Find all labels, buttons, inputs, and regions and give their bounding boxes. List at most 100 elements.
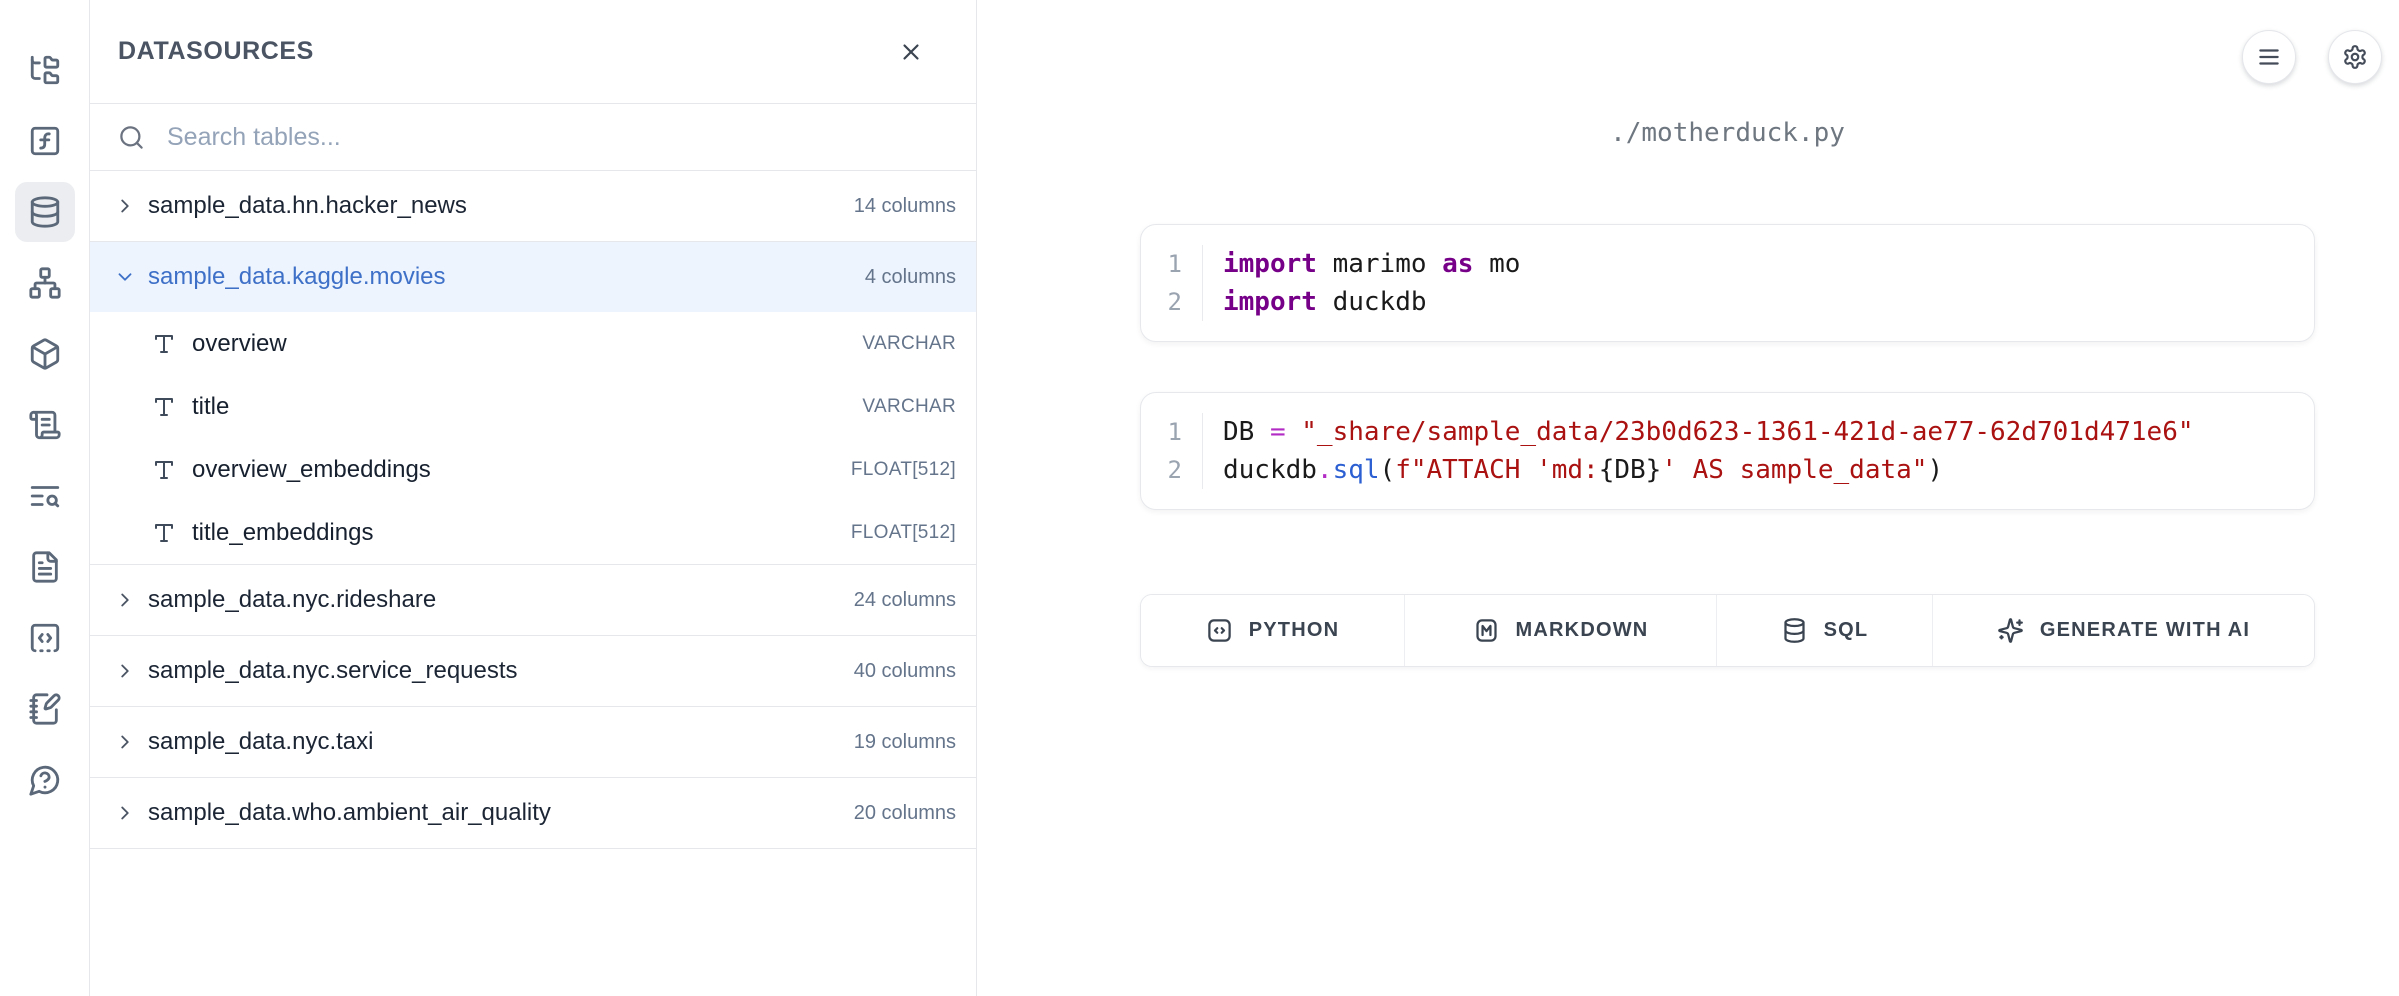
code-cell[interactable]: 1 DB = "_share/sample_data/23b0d623-1361-… (1140, 392, 2315, 510)
table-row[interactable]: sample_data.who.ambient_air_quality 20 co… (90, 778, 976, 848)
code-editor: 1import marimo as mo2import duckdb (1141, 245, 2314, 321)
square-m-icon (1473, 617, 1500, 644)
sidebar-item-snippets[interactable] (15, 608, 75, 668)
datasources-panel-header: DATASOURCES (90, 0, 976, 104)
table-row[interactable]: sample_data.nyc.taxi 19 columns (90, 707, 976, 777)
add-cell-bar: PYTHON MARKDOWN SQL GENERATE WITH AI (1140, 594, 2315, 667)
sidebar-item-scratchpad[interactable] (15, 679, 75, 739)
table-name: sample_data.nyc.taxi (148, 728, 373, 756)
code-line: DB = "_share/sample_data/23b0d623-1361-4… (1223, 413, 2194, 451)
table-row[interactable]: sample_data.kaggle.movies 4 columns (90, 242, 976, 312)
folder-tree-icon (28, 53, 62, 87)
column-name: overview_embeddings (192, 456, 431, 484)
sidebar-item-variables[interactable] (15, 111, 75, 171)
scroll-text-icon (28, 408, 62, 442)
code-line: duckdb.sql(f"ATTACH 'md:{DB}' AS sample_… (1223, 451, 1943, 489)
file-text-icon (28, 550, 62, 584)
message-circle-question-icon (28, 763, 62, 797)
code-cell[interactable]: 1import marimo as mo2import duckdb (1140, 224, 2315, 342)
marimo-app: DATASOURCES sample_data.hn.hacker_news14… (0, 0, 2399, 996)
sparkles-icon (1997, 617, 2024, 644)
notebook-pen-icon (28, 692, 62, 726)
column-type-icon (152, 521, 176, 545)
table-search-row (90, 104, 976, 171)
column-name: overview (192, 330, 287, 358)
table-name: sample_data.who.ambient_air_quality (148, 799, 551, 827)
sidebar-item-datasources[interactable] (15, 182, 75, 242)
function-square-icon (28, 124, 62, 158)
sidebar-item-file-explorer[interactable] (15, 40, 75, 100)
table-column-count: 24 columns (854, 589, 956, 612)
search-icon (118, 124, 145, 151)
sidebar-item-documentation[interactable] (15, 537, 75, 597)
chevron-right-icon (114, 195, 136, 217)
add-cell-label: PYTHON (1249, 619, 1340, 642)
datasources-panel: DATASOURCES sample_data.hn.hacker_news14… (90, 0, 977, 996)
table-row[interactable]: sample_data.nyc.rideshare 24 columns (90, 565, 976, 635)
tables-list: sample_data.hn.hacker_news14 columnssamp… (90, 171, 976, 996)
table-group: sample_data.nyc.taxi 19 columns (90, 707, 976, 778)
column-row[interactable]: overview_embeddings FLOAT[512] (90, 438, 976, 501)
line-number: 2 (1141, 451, 1203, 489)
table-group: sample_data.nyc.rideshare 24 columns (90, 565, 976, 636)
column-type: VARCHAR (862, 396, 956, 418)
table-column-count: 19 columns (854, 731, 956, 754)
column-type: FLOAT[512] (851, 459, 956, 481)
generate-with-ai-button[interactable]: GENERATE WITH AI (1933, 595, 2314, 666)
table-name: sample_data.kaggle.movies (148, 263, 446, 291)
table-column-count: 4 columns (865, 266, 956, 289)
line-number: 1 (1141, 413, 1203, 451)
table-name: sample_data.nyc.service_requests (148, 657, 518, 685)
chevron-right-icon (114, 660, 136, 682)
code-line: import duckdb (1223, 283, 1427, 321)
chevron-right-icon (114, 802, 136, 824)
code-editor: 1 DB = "_share/sample_data/23b0d623-1361-… (1141, 413, 2314, 489)
panel-title: DATASOURCES (118, 37, 314, 66)
notebook-filename[interactable]: ./motherduck.py (1140, 118, 2315, 148)
table-column-count: 20 columns (854, 802, 956, 825)
database-icon (28, 195, 62, 229)
table-group: sample_data.nyc.service_requests 40 colum… (90, 636, 976, 707)
settings-button[interactable] (2328, 30, 2382, 84)
sidebar-item-packages[interactable] (15, 324, 75, 384)
add-sql-cell-button[interactable]: SQL (1717, 595, 1933, 666)
box-icon (28, 337, 62, 371)
code-line: import marimo as mo (1223, 245, 1520, 283)
close-panel-button[interactable] (894, 35, 928, 69)
sidebar-item-help[interactable] (15, 750, 75, 810)
column-name: title_embeddings (192, 519, 373, 547)
add-python-cell-button[interactable]: PYTHON (1141, 595, 1405, 666)
column-type-icon (152, 395, 176, 419)
column-name: title (192, 393, 229, 421)
table-group: sample_data.who.ambient_air_quality 20 co… (90, 778, 976, 849)
close-icon (898, 39, 924, 65)
table-name: sample_data.hn.hacker_news (148, 192, 467, 220)
sidebar-item-dependencies[interactable] (15, 253, 75, 313)
search-input[interactable] (167, 123, 948, 152)
column-row[interactable]: title VARCHAR (90, 375, 976, 438)
helper-panel-rail (0, 0, 90, 996)
add-cell-label: MARKDOWN (1516, 619, 1649, 642)
table-column-count: 40 columns (854, 660, 956, 683)
chevron-down-icon (114, 266, 136, 288)
table-row[interactable]: sample_data.hn.hacker_news14 columns (90, 171, 976, 241)
column-type-icon (152, 458, 176, 482)
database-icon (1781, 617, 1808, 644)
sidebar-item-outline[interactable] (15, 395, 75, 455)
add-cell-label: GENERATE WITH AI (2040, 619, 2250, 642)
text-search-icon (28, 479, 62, 513)
column-row[interactable]: overview VARCHAR (90, 312, 976, 375)
column-type: VARCHAR (862, 333, 956, 355)
add-cell-label: SQL (1824, 619, 1869, 642)
column-row[interactable]: title_embeddingsFLOAT[512] (90, 501, 976, 564)
square-code-icon (28, 621, 62, 655)
notebook-main: ./motherduck.py 1import marimo as mo2imp… (977, 0, 2399, 996)
table-row[interactable]: sample_data.nyc.service_requests 40 colum… (90, 636, 976, 706)
top-actions (2242, 30, 2382, 84)
sidebar-item-logs[interactable] (15, 466, 75, 526)
notebook-menu-button[interactable] (2242, 30, 2296, 84)
table-name: sample_data.nyc.rideshare (148, 586, 436, 614)
add-markdown-cell-button[interactable]: MARKDOWN (1405, 595, 1717, 666)
table-group: sample_data.kaggle.movies 4 columns overvi… (90, 242, 976, 565)
notebook-content: ./motherduck.py 1import marimo as mo2imp… (1140, 0, 2315, 667)
